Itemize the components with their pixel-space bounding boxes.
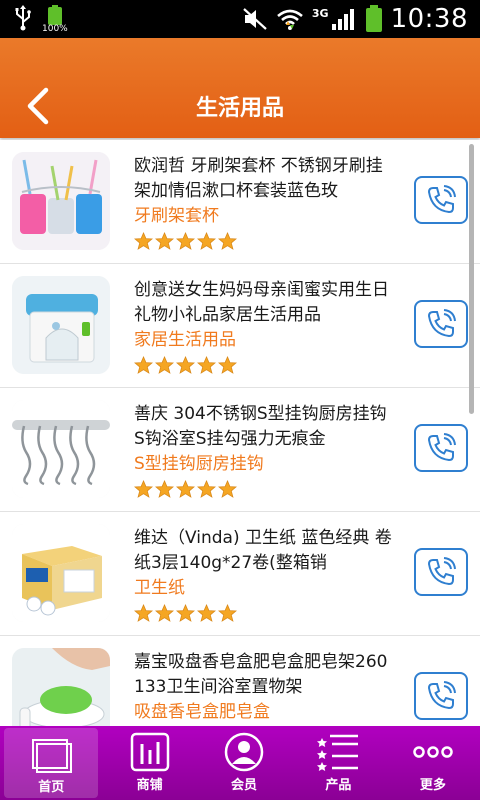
nav-label: 首页: [38, 780, 65, 795]
toothbrush-holder-image: [12, 152, 110, 250]
product-thumbnail: [12, 152, 110, 250]
product-title: 创意送女生妈妈母亲闺蜜实用生日礼物小礼品家居生活用品: [134, 280, 389, 325]
gift-box-image: [12, 276, 110, 374]
call-button[interactable]: [414, 424, 468, 472]
nav-more[interactable]: 更多: [386, 726, 480, 800]
product-thumbnail: [12, 276, 110, 374]
mute-icon: [243, 8, 267, 30]
phone-icon: [427, 557, 456, 586]
phone-icon: [427, 185, 456, 214]
call-button[interactable]: [414, 548, 468, 596]
product-title: 欧润哲 牙刷架套杯 不锈钢牙刷挂架加情侣漱口杯套装蓝色玫: [134, 156, 383, 201]
call-button[interactable]: [414, 672, 468, 720]
star-icon: [155, 356, 174, 374]
star-icon: [218, 480, 237, 498]
product-title: 嘉宝吸盘香皂盒肥皂盒肥皂架260133卫生间浴室置物架: [134, 652, 388, 697]
clock: 10:38: [390, 4, 468, 34]
nav-label: 商铺: [136, 778, 163, 793]
product-item[interactable]: 欧润哲 牙刷架套杯 不锈钢牙刷挂架加情侣漱口杯套装蓝色玫 牙刷架套杯: [0, 140, 480, 264]
product-item[interactable]: 善庆 304不锈钢S型挂钩厨房挂钩S钩浴室S挂勾强力无痕金 S型挂钩厨房挂钩: [0, 388, 480, 512]
star-icon: [197, 604, 216, 622]
call-button[interactable]: [414, 176, 468, 224]
signal-icon: [331, 9, 354, 30]
rating-stars: [134, 604, 237, 623]
app-header: 生活用品: [0, 38, 480, 138]
product-category: 牙刷架套杯: [134, 206, 219, 226]
product-item[interactable]: 创意送女生妈妈母亲闺蜜实用生日礼物小礼品家居生活用品 家居生活用品: [0, 264, 480, 388]
call-button[interactable]: [414, 300, 468, 348]
battery-percent: 100%: [42, 24, 68, 34]
product-thumbnail: [12, 524, 110, 622]
product-thumbnail: [12, 648, 110, 728]
product-title: 维达（Vinda) 卫生纸 蓝色经典 卷纸3层140g*27卷(整箱销: [134, 528, 392, 573]
page-title: 生活用品: [195, 96, 284, 121]
star-icon: [176, 356, 195, 374]
network-type: 3G: [311, 6, 329, 20]
home-icon: [32, 739, 73, 773]
product-thumbnail: [12, 400, 110, 498]
star-icon: [197, 480, 216, 498]
nav-shop[interactable]: 商铺: [102, 726, 196, 800]
star-icon: [218, 232, 237, 250]
star-icon: [134, 604, 153, 622]
tissue-box-image: [12, 524, 110, 622]
star-icon: [134, 232, 153, 250]
star-icon: [155, 604, 174, 622]
star-icon: [218, 356, 237, 374]
status-bar: 100% 3G 10:38: [0, 0, 480, 38]
star-icon: [176, 232, 195, 250]
product-category: S型挂钩厨房挂钩: [134, 454, 264, 474]
product-list[interactable]: 欧润哲 牙刷架套杯 不锈钢牙刷挂架加情侣漱口杯套装蓝色玫 牙刷架套杯 创意送女生…: [0, 140, 480, 728]
star-icon: [155, 232, 174, 250]
nav-member[interactable]: 会员: [197, 726, 291, 800]
nav-label: 产品: [325, 778, 352, 793]
status-left: 100%: [14, 5, 68, 35]
nav-product[interactable]: 产品: [291, 726, 385, 800]
rating-stars: [134, 232, 237, 251]
more-icon: [413, 746, 453, 758]
product-list-icon: [317, 734, 359, 771]
rating-stars: [134, 480, 237, 499]
battery-small-icon: 100%: [42, 5, 68, 35]
star-icon: [197, 232, 216, 250]
star-icon: [155, 480, 174, 498]
product-item[interactable]: 嘉宝吸盘香皂盒肥皂盒肥皂架260133卫生间浴室置物架 吸盘香皂盒肥皂盒: [0, 636, 480, 728]
member-icon: [224, 732, 264, 772]
nav-label: 会员: [231, 778, 258, 793]
product-item[interactable]: 维达（Vinda) 卫生纸 蓝色经典 卷纸3层140g*27卷(整箱销 卫生纸: [0, 512, 480, 636]
shop-icon: [130, 732, 169, 772]
nav-label: 更多: [419, 778, 446, 793]
product-category: 家居生活用品: [134, 330, 236, 350]
nav-home[interactable]: 首页: [4, 728, 99, 798]
product-category: 卫生纸: [134, 578, 185, 598]
star-icon: [176, 604, 195, 622]
phone-icon: [427, 681, 456, 710]
star-icon: [218, 604, 237, 622]
rating-stars: [134, 356, 237, 375]
battery-icon: [365, 5, 382, 32]
star-icon: [176, 480, 195, 498]
phone-icon: [427, 309, 456, 338]
scrollbar[interactable]: [469, 144, 474, 414]
soap-dish-image: [12, 648, 110, 728]
star-icon: [134, 356, 153, 374]
status-right: 3G 10:38: [242, 3, 468, 35]
product-title: 善庆 304不锈钢S型挂钩厨房挂钩S钩浴室S挂勾强力无痕金: [134, 404, 387, 449]
product-category: 吸盘香皂盒肥皂盒: [134, 702, 270, 722]
wifi-icon: [277, 9, 303, 30]
bottom-nav: 首页 商铺 会员 产品 更多: [0, 726, 480, 800]
star-icon: [134, 480, 153, 498]
phone-icon: [427, 433, 456, 462]
star-icon: [197, 356, 216, 374]
usb-icon: [15, 5, 31, 31]
s-hook-image: [12, 400, 110, 498]
